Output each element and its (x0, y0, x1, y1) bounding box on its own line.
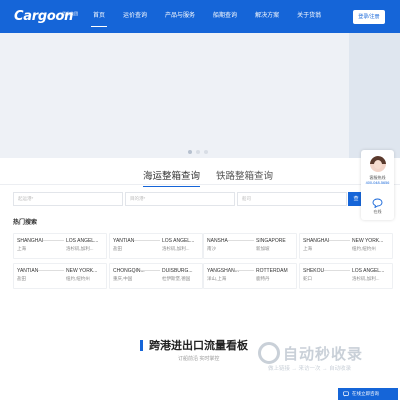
route-destination: DUISBURG... (162, 268, 193, 274)
hot-search-title: 热门搜索 (13, 220, 38, 226)
route-destination-cn: 洛杉矶,加利... (66, 246, 94, 251)
chat-icon[interactable] (372, 198, 383, 208)
divider (0, 184, 400, 185)
route-destination: LOS ANGEL... (352, 268, 384, 274)
route-destination-cn: 洛杉矶,加利... (162, 246, 190, 251)
hero-banner[interactable] (0, 33, 400, 158)
route-destination-cn: 纽约,纽约州 (352, 246, 376, 251)
watermark-text: 自动秒收录 (283, 346, 364, 363)
arrow-right-icon: ——————→ (134, 238, 160, 244)
arrow-right-icon: ——————→ (38, 268, 64, 274)
route-card[interactable]: CHONGQIN... ——————→ DUISBURG... 重庆,中国 杜伊… (109, 263, 203, 289)
arrow-right-icon: ——————→ (324, 268, 350, 274)
arrow-right-icon: ——————→ (228, 238, 254, 244)
route-destination-cn: 新加坡 (256, 246, 270, 251)
route-destination-cn: 纽约,纽约州 (66, 276, 90, 281)
destination-port-input[interactable]: 目的港* (125, 192, 235, 206)
route-card[interactable]: NANSHA ——————→ SINGAPORE 南沙 新加坡 (203, 233, 297, 259)
carousel-dot[interactable] (204, 150, 208, 154)
customer-service-panel: 客服热线 400-048-5656 在线 (361, 150, 394, 220)
origin-port-input[interactable]: 起运港* (13, 192, 123, 206)
login-register-button[interactable]: 登录/注册 (353, 10, 385, 24)
service-phone[interactable]: 400-048-5656 (361, 181, 394, 185)
route-origin-cn: 蛇口 (303, 276, 312, 281)
watermark-circle-icon (258, 342, 280, 364)
consult-label: 在线立即咨询 (352, 391, 379, 396)
avatar-face (374, 160, 382, 169)
arrow-right-icon: ——————→ (228, 268, 254, 274)
route-origin-cn: 上海 (303, 246, 312, 251)
online-consult-button[interactable]: 在线立即咨询 (338, 388, 398, 400)
arrow-right-icon: ——————→ (324, 238, 350, 244)
watermark-subtext: 做上链接 → 来访一次 → 自动收录 (268, 366, 352, 372)
nav-item-home[interactable]: 首页 (84, 0, 114, 33)
route-destination: NEW YORK... (66, 268, 98, 274)
carousel-dots (188, 150, 208, 154)
route-origin-cn: 盐田 (113, 246, 122, 251)
route-card[interactable]: YANTIAN ——————→ LOS ANGEL... 盐田 洛杉矶,加利..… (109, 233, 203, 259)
route-origin-cn: 洋山,上海 (207, 276, 227, 281)
route-origin-cn: 重庆,中国 (113, 276, 133, 281)
nav-item-rates[interactable]: 运价查询 (114, 0, 156, 33)
route-destination: SINGAPORE (256, 238, 286, 244)
route-destination-cn: 杜伊斯堡,德国 (162, 276, 191, 281)
route-origin-cn: 盐田 (17, 276, 26, 281)
route-destination: LOS ANGEL... (66, 238, 98, 244)
nav-item-products[interactable]: 产品与服务 (156, 0, 204, 33)
route-card[interactable]: SHEKOU ——————→ LOS ANGEL... 蛇口 洛杉矶,加利... (299, 263, 393, 289)
banner-side-panel (349, 33, 400, 158)
route-destination: ROTTERDAM (256, 268, 288, 274)
carrier-input[interactable]: 船司 (237, 192, 347, 206)
carousel-dot[interactable] (188, 150, 192, 154)
nav-item-schedule[interactable]: 船期查询 (204, 0, 246, 33)
route-card[interactable]: SHANGHAI ——————→ LOS ANGEL... 上海 洛杉矶,加利.… (13, 233, 107, 259)
section-title: 跨港进出口流量看板 (149, 340, 248, 352)
nav-item-solutions[interactable]: 解决方案 (246, 0, 288, 33)
carousel-dot[interactable] (196, 150, 200, 154)
route-origin-cn: 南沙 (207, 246, 216, 251)
route-card[interactable]: YANGSHAN... ——————→ ROTTERDAM 洋山,上海 鹿特丹 (203, 263, 297, 289)
logo-subtitle: 货翁集团 (62, 11, 78, 16)
avatar[interactable] (370, 156, 386, 172)
top-navbar: Cargoon 货翁集团 首页 运价查询 产品与服务 船期查询 解决方案 关于货… (0, 0, 400, 33)
route-destination: NEW YORK... (352, 238, 384, 244)
route-card[interactable]: SHANGHAI ——————→ NEW YORK... 上海 纽约,纽约州 (299, 233, 393, 259)
arrow-right-icon: ——————→ (38, 238, 64, 244)
route-destination-cn: 鹿特丹 (256, 276, 270, 281)
section-accent-bar (140, 340, 143, 351)
watermark: 自动秒收录 做上链接 → 来访一次 → 自动收录 (258, 342, 384, 374)
arrow-right-icon: ——————→ (134, 268, 160, 274)
route-origin-cn: 上海 (17, 246, 26, 251)
main-nav: 首页 运价查询 产品与服务 船期查询 解决方案 关于货翁 (84, 0, 330, 33)
route-card[interactable]: YANTIAN ——————→ NEW YORK... 盐田 纽约,纽约州 (13, 263, 107, 289)
nav-item-about[interactable]: 关于货翁 (288, 0, 330, 33)
chat-label: 在线 (373, 209, 382, 214)
route-destination: LOS ANGEL... (162, 238, 194, 244)
route-destination-cn: 洛杉矶,加利... (352, 276, 380, 281)
section-subtitle: 订船前沿 实时掌控 (178, 356, 220, 362)
chat-bubble-icon (343, 391, 349, 397)
